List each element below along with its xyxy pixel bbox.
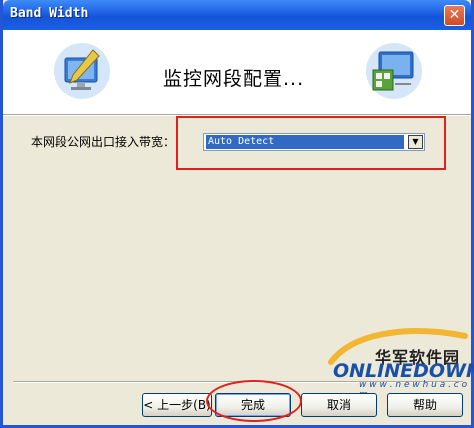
close-button[interactable]: ✕	[444, 5, 465, 26]
watermark-brand: ONLINEDOWN	[333, 360, 474, 382]
monitor-pencil-icon	[54, 43, 110, 99]
window-title: Band Width	[10, 6, 89, 21]
annotation-ellipse	[206, 380, 302, 422]
title-bar[interactable]: Band Width ✕	[3, 0, 471, 30]
bandwidth-label: 本网段公网出口接入带宽：	[31, 135, 176, 149]
wizard-header: 监控网段配置...	[3, 30, 471, 114]
network-monitor-icon	[366, 43, 422, 99]
cancel-button[interactable]: 取消	[301, 393, 377, 417]
back-button[interactable]: < 上一步(B)	[142, 393, 212, 417]
close-icon: ✕	[448, 7, 461, 23]
help-button[interactable]: 帮助	[387, 393, 463, 417]
annotation-rectangle	[176, 116, 446, 170]
dialog-window: Band Width ✕ 监控网段配置... 本网段公网出口接入带宽： Auto…	[0, 0, 474, 428]
page-title: 监控网段配置...	[163, 68, 305, 90]
